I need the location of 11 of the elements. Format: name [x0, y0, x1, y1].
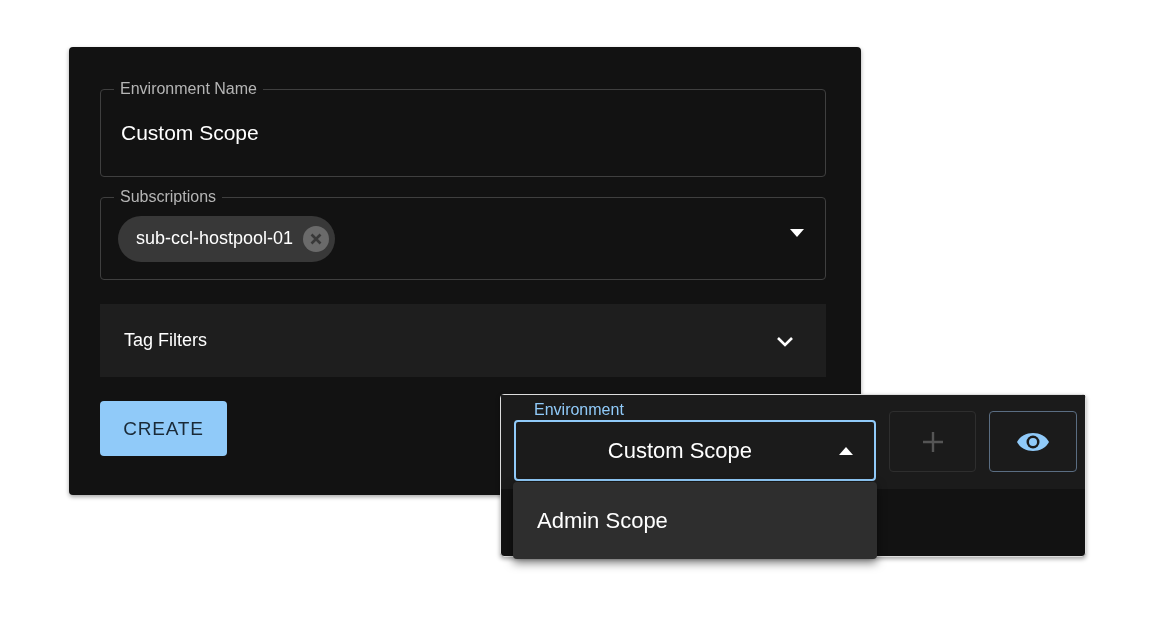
subscription-chip[interactable]: sub-ccl-hostpool-01	[118, 215, 336, 262]
menu-option[interactable]: Admin Scope	[513, 495, 877, 546]
remove-icon[interactable]	[303, 225, 330, 252]
create-button[interactable]: CREATE	[100, 401, 227, 456]
view-button[interactable]	[989, 411, 1077, 472]
plus-icon	[920, 429, 945, 454]
tag-filters-accordion[interactable]: Tag Filters	[100, 304, 826, 377]
field-label: Subscriptions	[114, 188, 223, 206]
environment-select[interactable]: Custom Scope	[514, 420, 876, 481]
dropdown-caret-icon	[837, 445, 854, 456]
dropdown-caret-icon	[789, 227, 805, 238]
